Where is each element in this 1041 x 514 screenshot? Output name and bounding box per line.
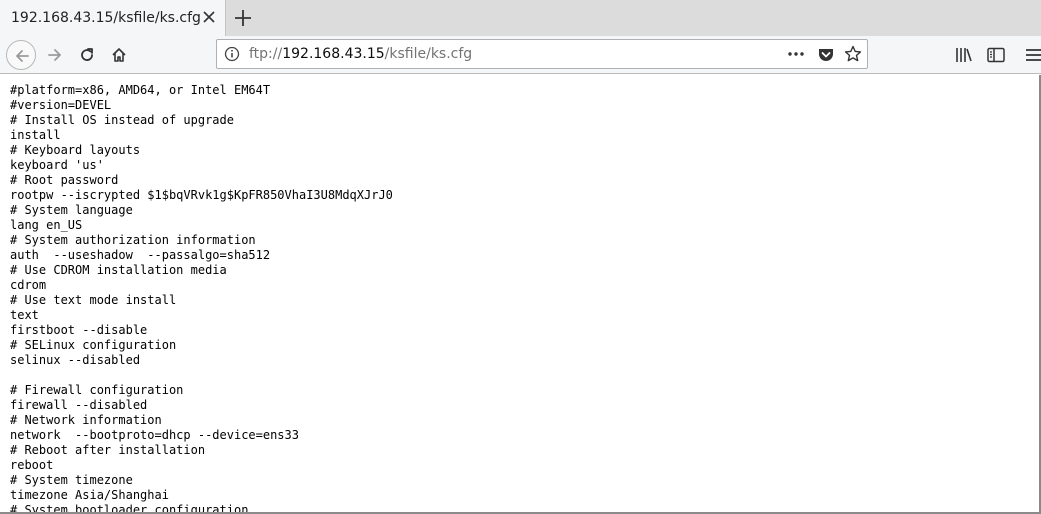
- file-line: # Use text mode install: [10, 293, 177, 307]
- file-line: # System language: [10, 203, 133, 217]
- page-content: #platform=x86, AMD64, or Intel EM64T #ver…: [0, 75, 1041, 512]
- file-line: install: [10, 128, 61, 142]
- file-line: # System authorization information: [10, 233, 256, 247]
- file-line: selinux --disabled: [10, 353, 141, 367]
- arrow-left-icon: [16, 50, 29, 62]
- arrow-right-icon: [48, 49, 61, 61]
- file-line: firewall --disabled: [10, 398, 148, 412]
- url-bar[interactable]: ftp://192.168.43.15/ksfile/ks.cfg: [216, 39, 868, 69]
- url-scheme: ftp://: [249, 46, 283, 62]
- file-line: # System bootloader configuration: [10, 503, 249, 512]
- url-text[interactable]: ftp://192.168.43.15/ksfile/ks.cfg: [249, 46, 472, 62]
- file-line: text: [10, 308, 39, 322]
- pocket-icon[interactable]: [817, 46, 835, 64]
- plus-icon[interactable]: [232, 7, 254, 29]
- file-line: rootpw --iscrypted $1$bqVRvk1g$KpFR850Vh…: [10, 188, 393, 202]
- file-line: reboot: [10, 458, 54, 472]
- library-icon[interactable]: [954, 45, 974, 65]
- info-icon[interactable]: [224, 46, 240, 62]
- file-line: # SELinux configuration: [10, 338, 177, 352]
- file-line: network --bootproto=dhcp --device=ens33: [10, 428, 299, 442]
- file-line: lang en_US: [10, 218, 83, 232]
- tab-title: 192.168.43.15/ksfile/ks.cfg: [11, 10, 201, 26]
- file-line: firstboot --disable: [10, 323, 148, 337]
- reload-button[interactable]: [72, 40, 102, 70]
- star-icon[interactable]: [844, 45, 862, 63]
- tab-active[interactable]: 192.168.43.15/ksfile/ks.cfg: [0, 0, 226, 36]
- file-line: auth --useshadow --passalgo=sha512: [10, 248, 271, 262]
- reload-icon: [81, 48, 93, 61]
- file-line: # Firewall configuration: [10, 383, 184, 397]
- file-line: # Install OS instead of upgrade: [10, 113, 234, 127]
- file-text: #platform=x86, AMD64, or Intel EM64T #ver…: [10, 83, 393, 512]
- sidebar-icon[interactable]: [986, 45, 1006, 65]
- file-line: # System timezone: [10, 473, 133, 487]
- more-icon[interactable]: [787, 46, 805, 62]
- file-line: timezone Asia/Shanghai: [10, 488, 169, 502]
- file-line: cdrom: [10, 278, 47, 292]
- file-line: #platform=x86, AMD64, or Intel EM64T: [10, 83, 271, 97]
- url-host: 192.168.43.15: [282, 46, 385, 62]
- file-line: # Network information: [10, 413, 162, 427]
- file-line: # Use CDROM installation media: [10, 263, 227, 277]
- navigation-toolbar: ftp://192.168.43.15/ksfile/ks.cfg: [0, 36, 1041, 74]
- file-line: # Reboot after installation: [10, 443, 206, 457]
- back-button[interactable]: [6, 40, 36, 70]
- close-icon[interactable]: [201, 9, 217, 25]
- tab-strip: 192.168.43.15/ksfile/ks.cfg: [0, 0, 1041, 36]
- file-line: [10, 368, 393, 383]
- url-path: /ksfile/ks.cfg: [384, 46, 473, 62]
- file-line: # Keyboard layouts: [10, 143, 141, 157]
- file-line: keyboard 'us': [10, 158, 104, 172]
- file-line: # Root password: [10, 173, 119, 187]
- home-icon: [112, 48, 126, 62]
- home-button[interactable]: [104, 40, 134, 70]
- file-line: #version=DEVEL: [10, 98, 112, 112]
- forward-button[interactable]: [40, 40, 70, 70]
- hamburger-menu-icon[interactable]: [1024, 45, 1041, 65]
